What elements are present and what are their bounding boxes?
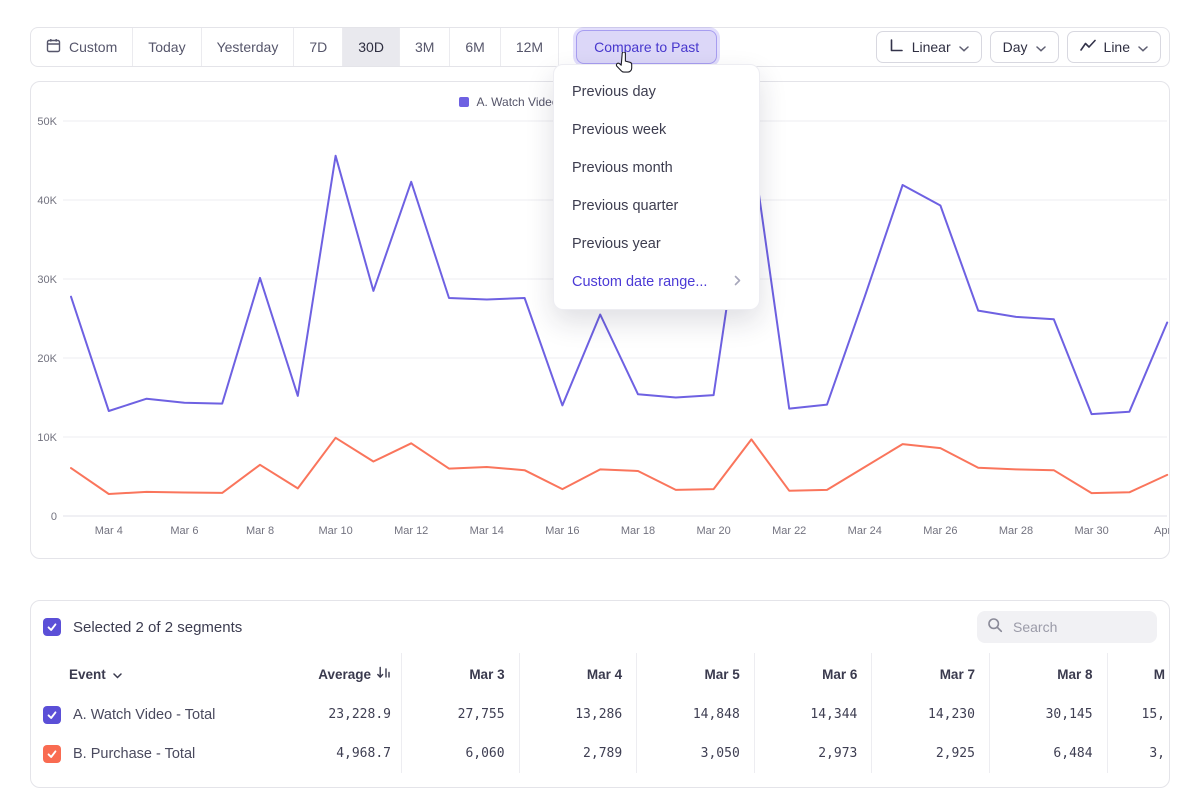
chart-type-select-label: Line (1104, 39, 1130, 55)
chevron-down-icon (1036, 39, 1046, 55)
legend-swatch (459, 97, 469, 107)
segments-table-card: Selected 2 of 2 segments EventAverageMar… (30, 600, 1170, 788)
linear-axis-icon (889, 38, 904, 56)
table-value: 14,230 (871, 695, 989, 734)
interval-select[interactable]: Day (990, 31, 1059, 63)
svg-text:Mar 4: Mar 4 (95, 525, 123, 537)
col-header-average[interactable]: Average (286, 653, 401, 695)
table-value: 6,484 (989, 734, 1107, 773)
svg-text:Mar 22: Mar 22 (772, 525, 806, 537)
svg-text:30K: 30K (37, 274, 57, 286)
calendar-icon (46, 38, 61, 56)
compare-to-past-button[interactable]: Compare to Past (576, 30, 717, 64)
chevron-down-icon (113, 667, 122, 682)
table-value: 6,060 (401, 734, 519, 773)
col-header-event[interactable]: Event (31, 653, 286, 695)
col-header-mar-7[interactable]: Mar 7 (871, 653, 989, 695)
svg-text:50K: 50K (37, 116, 57, 128)
segment-row-b-purchase-total[interactable]: B. Purchase - Total (31, 734, 286, 773)
svg-text:10K: 10K (37, 432, 57, 444)
compare-to-past-menu: Previous dayPrevious weekPrevious monthP… (553, 64, 760, 310)
svg-text:0: 0 (51, 511, 57, 523)
table-value-clipped: 15, (1107, 695, 1169, 734)
menu-item-custom-date-range[interactable]: Custom date range... (554, 263, 759, 301)
col-header-mar-4[interactable]: Mar 4 (519, 653, 637, 695)
col-header-mar-3[interactable]: Mar 3 (401, 653, 519, 695)
table-value: 13,286 (519, 695, 637, 734)
segment-name: B. Purchase - Total (73, 746, 195, 762)
range-today[interactable]: Today (133, 28, 201, 66)
range-7d[interactable]: 7D (294, 28, 343, 66)
col-header-mar-6[interactable]: Mar 6 (754, 653, 872, 695)
search-box (977, 611, 1157, 643)
range-12m[interactable]: 12M (501, 28, 559, 66)
table-value: 14,344 (754, 695, 872, 734)
svg-text:40K: 40K (37, 195, 57, 207)
menu-item-previous-quarter[interactable]: Previous quarter (554, 187, 759, 225)
svg-text:Mar 10: Mar 10 (318, 525, 352, 537)
search-icon (987, 617, 1003, 638)
range-30d[interactable]: 30D (343, 28, 400, 66)
svg-text:Mar 26: Mar 26 (923, 525, 957, 537)
search-input[interactable] (1011, 618, 1147, 636)
col-header-mar-5[interactable]: Mar 5 (636, 653, 754, 695)
table-value: 14,848 (636, 695, 754, 734)
table-value: 3,050 (636, 734, 754, 773)
table-value-clipped: 3, (1107, 734, 1169, 773)
range-yesterday[interactable]: Yesterday (202, 28, 295, 66)
svg-text:Apr 1: Apr 1 (1154, 525, 1169, 537)
average-value: 23,228.9 (286, 695, 401, 734)
svg-text:Mar 30: Mar 30 (1074, 525, 1108, 537)
sort-icon (377, 666, 391, 682)
menu-item-previous-year[interactable]: Previous year (554, 225, 759, 263)
chevron-right-icon (734, 274, 741, 290)
svg-text:20K: 20K (37, 353, 57, 365)
svg-text:Mar 16: Mar 16 (545, 525, 579, 537)
range-custom[interactable]: Custom (31, 28, 133, 66)
segment-checkbox[interactable] (43, 745, 61, 763)
segments-table-header-bar: Selected 2 of 2 segments (31, 601, 1169, 653)
svg-text:Mar 24: Mar 24 (848, 525, 882, 537)
table-value: 2,789 (519, 734, 637, 773)
menu-item-previous-week[interactable]: Previous week (554, 111, 759, 149)
segment-name: A. Watch Video - Total (73, 707, 215, 723)
range-6m[interactable]: 6M (450, 28, 500, 66)
segment-row-a-watch-video-total[interactable]: A. Watch Video - Total (31, 695, 286, 734)
col-header-clipped: M (1107, 653, 1169, 695)
segment-checkbox[interactable] (43, 706, 61, 724)
select-all-checkbox[interactable] (43, 618, 61, 636)
svg-text:Mar 6: Mar 6 (170, 525, 198, 537)
menu-item-previous-month[interactable]: Previous month (554, 149, 759, 187)
chart-type-select[interactable]: Line (1067, 31, 1161, 63)
line-chart-icon (1080, 39, 1096, 55)
col-header-mar-8[interactable]: Mar 8 (989, 653, 1107, 695)
svg-text:Mar 28: Mar 28 (999, 525, 1033, 537)
svg-text:Mar 14: Mar 14 (470, 525, 504, 537)
date-range-toolbar: CustomTodayYesterday7D30D3M6M12M Compare… (30, 27, 1170, 67)
date-range-group: CustomTodayYesterday7D30D3M6M12M (31, 28, 559, 66)
scale-select[interactable]: Linear (876, 31, 982, 63)
table-value: 2,973 (754, 734, 872, 773)
range-3m[interactable]: 3M (400, 28, 450, 66)
interval-select-label: Day (1003, 39, 1028, 55)
table-value: 2,925 (871, 734, 989, 773)
table-value: 30,145 (989, 695, 1107, 734)
svg-text:Mar 20: Mar 20 (696, 525, 730, 537)
svg-text:Mar 12: Mar 12 (394, 525, 428, 537)
svg-text:Mar 18: Mar 18 (621, 525, 655, 537)
chart-controls: Linear Day Line (876, 31, 1161, 63)
chevron-down-icon (1138, 39, 1148, 55)
selected-segments-label: Selected 2 of 2 segments (73, 619, 242, 636)
average-value: 4,968.7 (286, 734, 401, 773)
scale-select-label: Linear (912, 39, 951, 55)
mouse-cursor-hand-icon (615, 52, 634, 74)
table-value: 27,755 (401, 695, 519, 734)
segments-table: EventAverageMar 3Mar 4Mar 5Mar 6Mar 7Mar… (31, 653, 1169, 773)
svg-text:Mar 8: Mar 8 (246, 525, 274, 537)
menu-item-previous-day[interactable]: Previous day (554, 73, 759, 111)
chevron-down-icon (959, 39, 969, 55)
